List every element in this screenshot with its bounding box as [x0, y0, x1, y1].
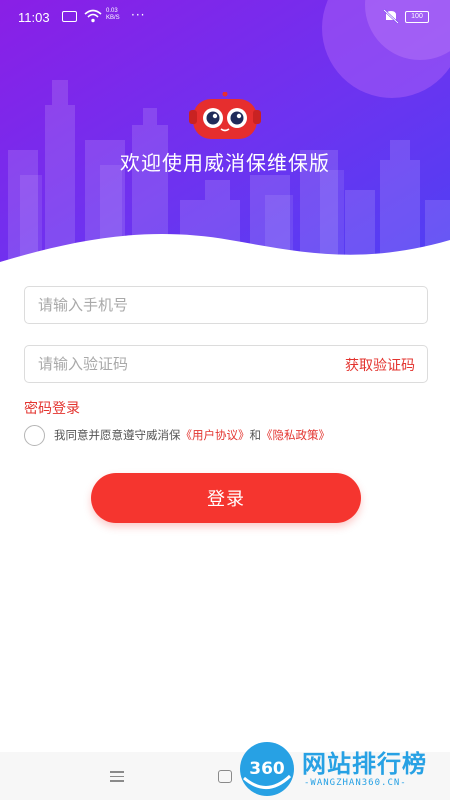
user-agreement-link[interactable]: 《用户协议》 [181, 427, 250, 443]
watermark-title: 网站排行榜 [302, 750, 427, 778]
home-icon[interactable] [218, 770, 232, 783]
status-bar: 11:03 0.03 KB/S ··· 100 [0, 0, 450, 34]
watermark-subtitle: -WANGZHAN360.CN- [304, 778, 407, 788]
watermark: 360 网站排行榜 -WANGZHAN360.CN- [238, 738, 450, 800]
network-speed: 0.03 KB/S [106, 8, 120, 22]
wifi-icon [84, 9, 102, 23]
agreement-row: 我同意并愿意遵守威消保 《用户协议》 和 《隐私政策》 [24, 424, 330, 446]
get-code-button[interactable]: 获取验证码 [345, 355, 415, 375]
phone-input[interactable] [25, 287, 295, 323]
password-login-link[interactable]: 密码登录 [24, 398, 80, 418]
header-banner: 11:03 0.03 KB/S ··· 100 欢迎使用威消保维保版 [0, 0, 450, 272]
welcome-title: 欢迎使用威消保维保版 [120, 151, 330, 175]
notification-icon [62, 11, 77, 22]
network-speed-value: 0.03 [106, 8, 118, 14]
phone-field[interactable] [24, 286, 428, 324]
status-time: 11:03 [18, 10, 50, 25]
menu-icon[interactable] [110, 771, 124, 782]
watermark-badge: 360 [249, 759, 285, 779]
watermark-360-logo-icon: 360 [240, 742, 294, 796]
agreement-prefix: 我同意并愿意遵守威消保 [54, 428, 181, 442]
network-speed-unit: KB/S [106, 15, 120, 21]
mute-icon [383, 9, 399, 24]
battery-icon: 100 [405, 11, 429, 23]
login-button[interactable]: 登录 [91, 473, 361, 523]
verification-code-field[interactable]: 获取验证码 [24, 345, 428, 383]
mascot-logo-icon [189, 92, 261, 139]
verification-code-input[interactable] [25, 346, 295, 382]
agreement-conjunction: 和 [249, 428, 262, 442]
more-notifications-icon: ··· [131, 8, 146, 22]
privacy-policy-link[interactable]: 《隐私政策》 [261, 427, 330, 443]
agreement-checkbox[interactable] [24, 424, 45, 446]
